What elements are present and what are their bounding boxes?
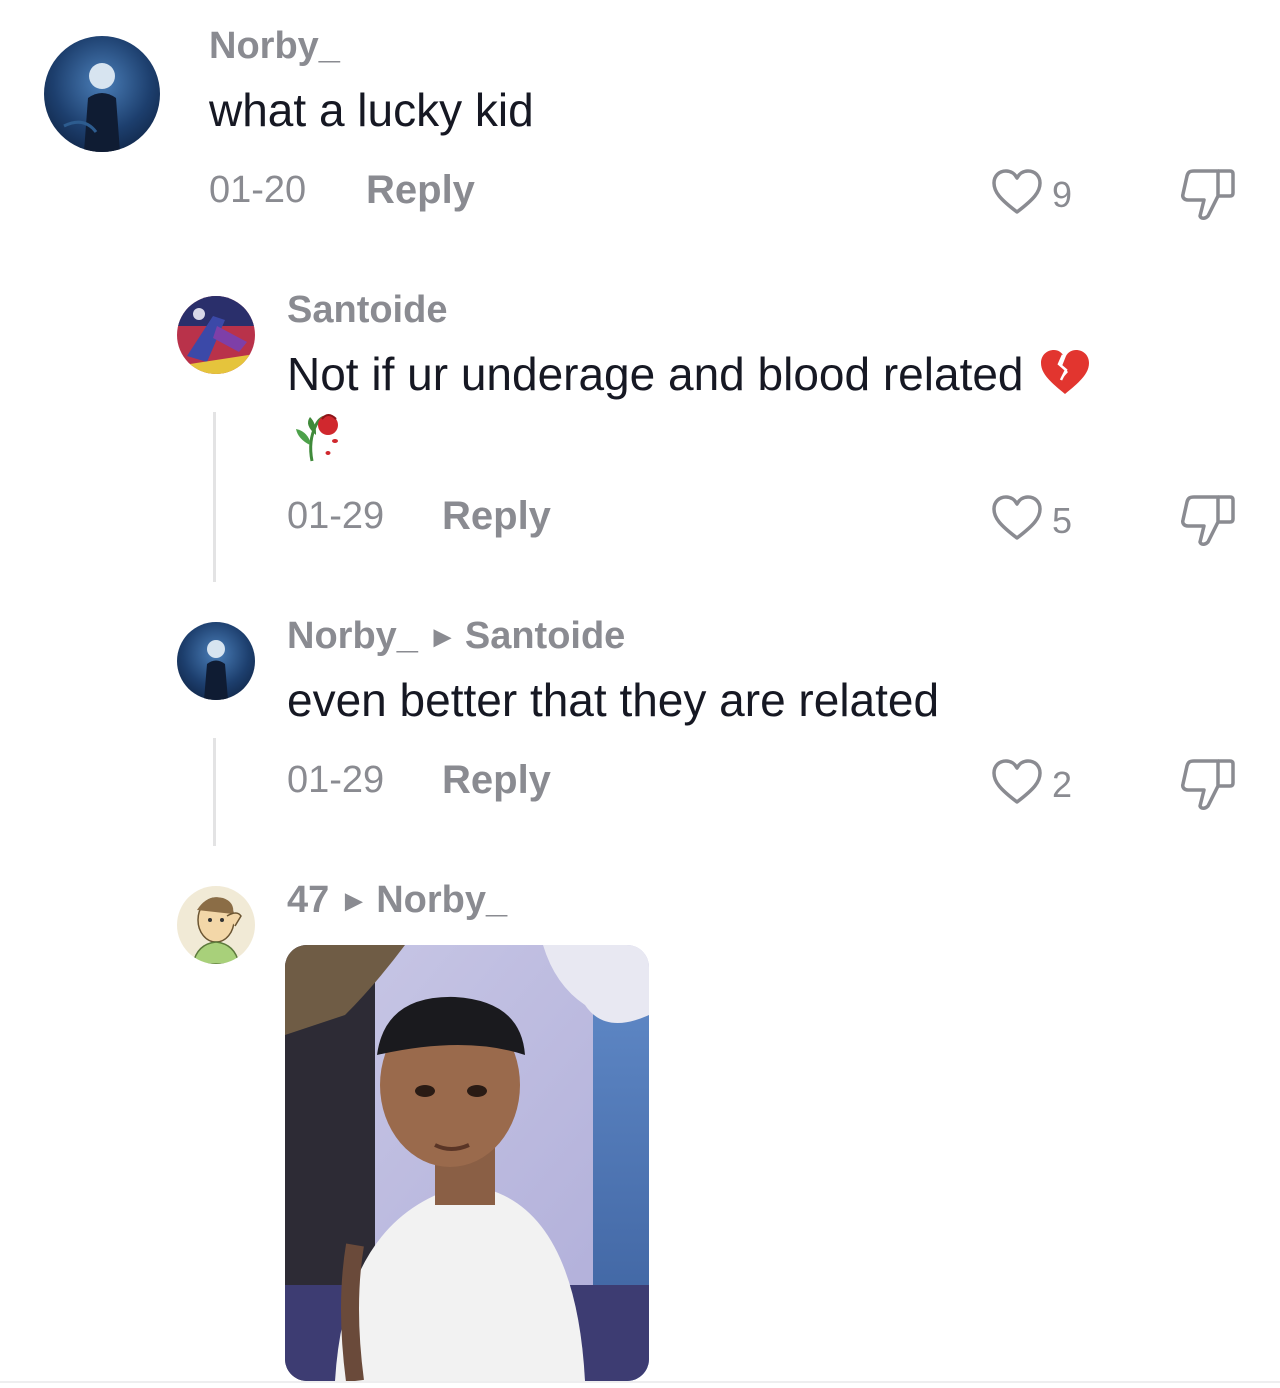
dislike-button[interactable] (1178, 756, 1238, 815)
wilted-rose-emoji (290, 405, 342, 468)
reply-to-name[interactable]: Santoide (465, 615, 625, 657)
thread-line (213, 412, 216, 582)
thread-line (213, 738, 216, 846)
comment-text: Not if ur underage and blood related (287, 346, 1092, 408)
comment-text: what a lucky kid (209, 84, 534, 136)
gif-image[interactable] (285, 945, 649, 1381)
avatar-47[interactable] (177, 886, 255, 964)
heart-outline-icon (990, 758, 1044, 811)
avatar-santoide[interactable] (177, 296, 255, 374)
thumbs-down-icon (1178, 759, 1238, 814)
comment-text-body: Not if ur underage and blood related (287, 348, 1024, 400)
thumbs-down-icon (1178, 169, 1238, 224)
like-button[interactable]: 9 (990, 168, 1072, 221)
like-count: 5 (1052, 499, 1073, 541)
like-count: 2 (1052, 763, 1073, 805)
like-count: 9 (1052, 173, 1073, 215)
heart-outline-icon (990, 168, 1044, 221)
reply-button[interactable]: Reply (442, 758, 551, 802)
comment-text: even better that they are related (287, 674, 940, 726)
broken-heart-emoji (1038, 348, 1092, 408)
reply-button[interactable]: Reply (442, 494, 551, 538)
comment-username[interactable]: Norby_ (209, 24, 340, 68)
caret-right-icon: ▶ (345, 888, 363, 913)
author-name[interactable]: Norby_ (287, 615, 418, 657)
comment-username[interactable]: Santoide (287, 288, 447, 332)
comment-date: 01-20 (209, 169, 307, 211)
reply-to-name[interactable]: Norby_ (376, 879, 507, 921)
like-button[interactable]: 2 (990, 758, 1072, 811)
like-button[interactable]: 5 (990, 494, 1072, 547)
avatar-norby[interactable] (44, 36, 160, 152)
comment-date: 01-29 (287, 495, 385, 537)
dislike-button[interactable] (1178, 166, 1238, 225)
thumbs-down-icon (1178, 495, 1238, 550)
divider (0, 1381, 1280, 1383)
comment-username: Norby_ ▶ Santoide (287, 614, 625, 659)
author-name[interactable]: 47 (287, 879, 329, 921)
comment-username: 47 ▶ Norby_ (287, 878, 507, 923)
caret-right-icon: ▶ (433, 624, 451, 649)
avatar-norby[interactable] (177, 622, 255, 700)
heart-outline-icon (990, 494, 1044, 547)
comment-date: 01-29 (287, 759, 385, 801)
reply-button[interactable]: Reply (366, 168, 475, 212)
dislike-button[interactable] (1178, 492, 1238, 551)
